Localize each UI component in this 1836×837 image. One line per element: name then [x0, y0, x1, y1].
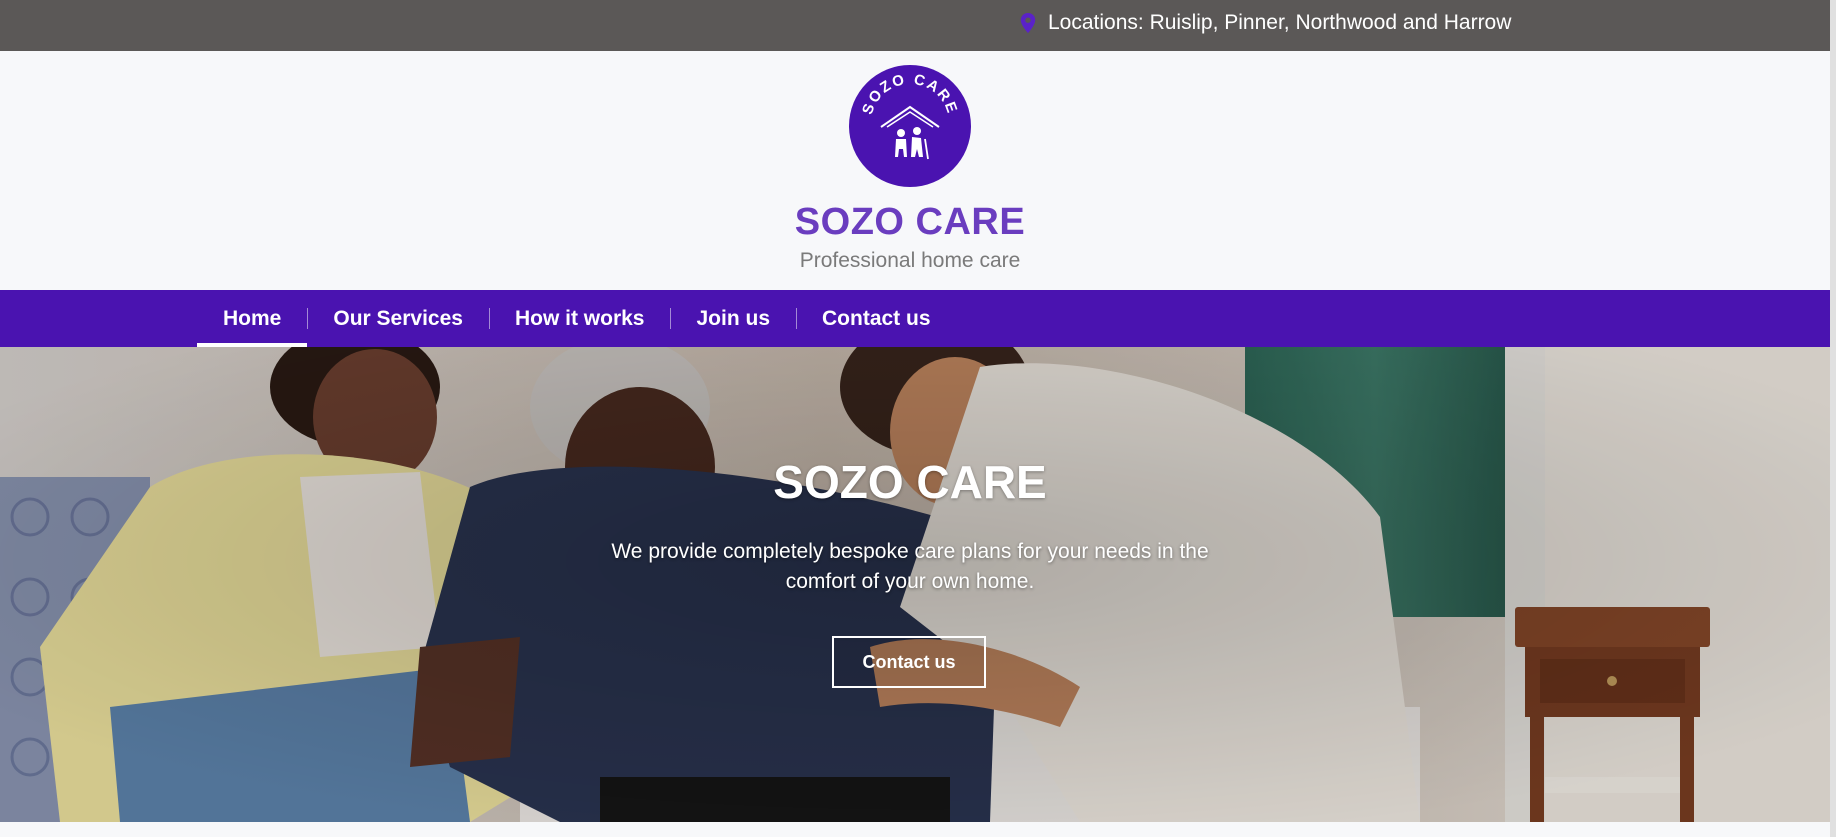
- bottom-strip: [0, 822, 1836, 837]
- page-scrollbar[interactable]: [1830, 0, 1836, 837]
- nav-list: Home Our Services How it works Join us C…: [197, 290, 957, 347]
- scrollbar-thumb[interactable]: [1830, 0, 1836, 837]
- nav-item-contact-us[interactable]: Contact us: [796, 290, 957, 347]
- nav-item-home[interactable]: Home: [197, 290, 308, 347]
- location-text: Locations: Ruislip, Pinner, Northwood an…: [1048, 11, 1512, 34]
- top-bar: Locations: Ruislip, Pinner, Northwood an…: [0, 0, 1830, 51]
- hero-banner: SOZO CARE We provide completely bespoke …: [0, 347, 1836, 822]
- contact-us-button[interactable]: Contact us: [832, 636, 986, 688]
- site-title[interactable]: SOZO CARE: [0, 201, 1820, 244]
- main-nav: Home Our Services How it works Join us C…: [0, 290, 1830, 347]
- hero-title: SOZO CARE: [773, 456, 1047, 508]
- site-header: SOZO CARE SOZO CARE Professional home ca…: [0, 51, 1830, 290]
- nav-item-join-us[interactable]: Join us: [670, 290, 796, 347]
- site-tagline: Professional home care: [799, 249, 1021, 272]
- page: Locations: Ruislip, Pinner, Northwood an…: [0, 0, 1836, 837]
- map-pin-icon: [1020, 13, 1036, 33]
- sozo-care-logo[interactable]: SOZO CARE: [849, 65, 971, 187]
- location-info: Locations: Ruislip, Pinner, Northwood an…: [1020, 0, 1511, 46]
- hero-description: We provide completely bespoke care plans…: [611, 540, 1209, 593]
- nav-item-how-it-works[interactable]: How it works: [488, 290, 671, 347]
- nav-item-our-services[interactable]: Our Services: [307, 290, 489, 347]
